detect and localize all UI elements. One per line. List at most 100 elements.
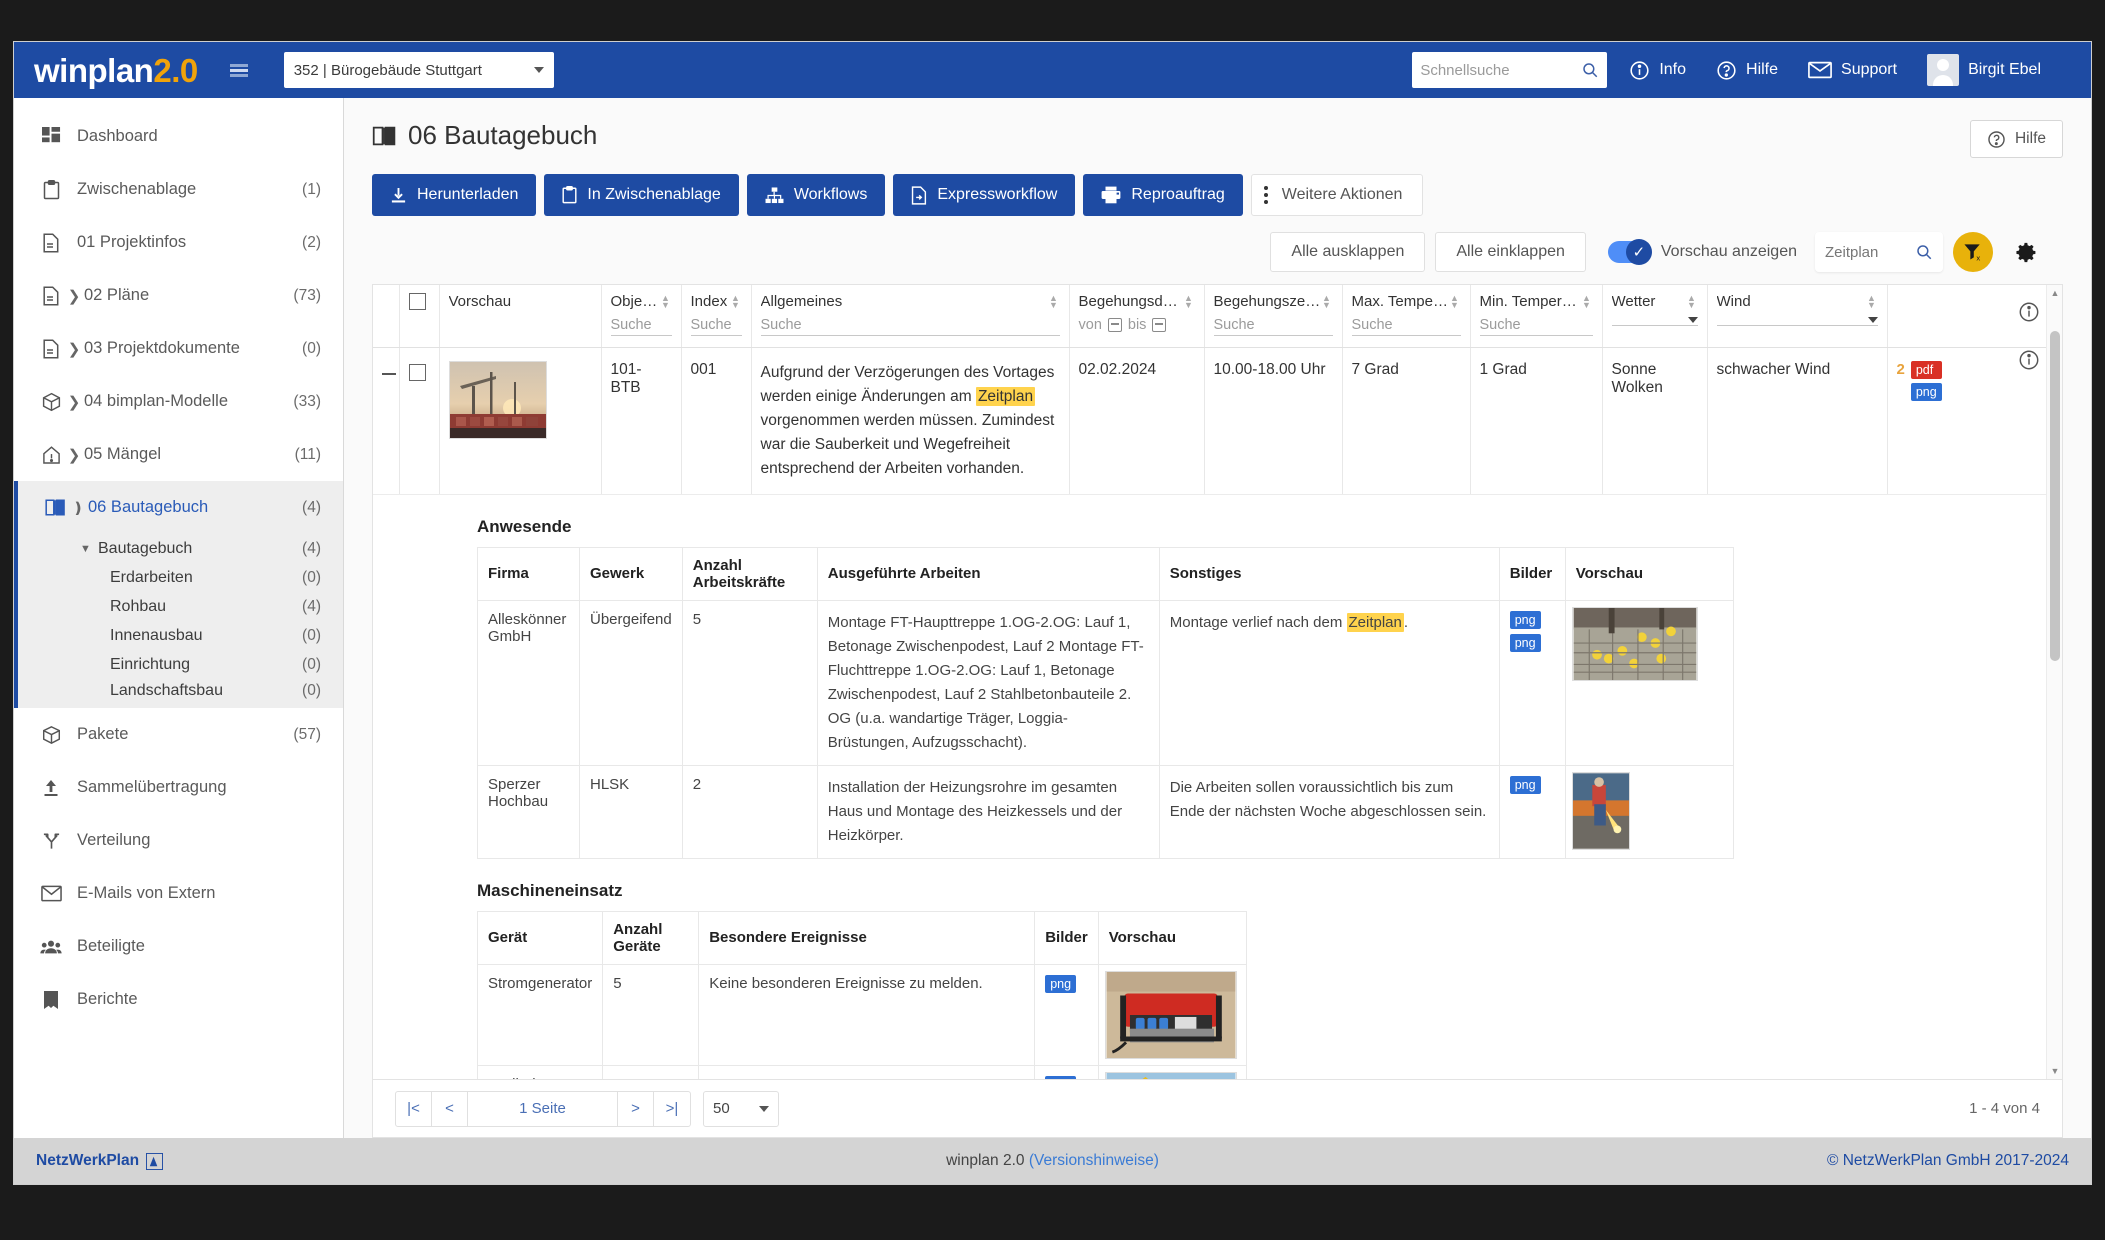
table-row[interactable]: Alleskönner GmbH Übergeifend 5 Montage F… (477, 599, 1734, 766)
clear-filter-button[interactable]: x (1953, 232, 1993, 272)
chevron-right-icon[interactable]: ❯ (64, 340, 84, 358)
reproauftrag-button[interactable]: Reproauftrag (1083, 174, 1243, 216)
calendar-icon[interactable] (1107, 318, 1122, 332)
sort-icon[interactable]: ▲ ▼ (660, 294, 672, 310)
collapse-all-button[interactable]: Alle einklappen (1435, 232, 1586, 272)
sidebar-item-pakete[interactable]: Pakete (57) (14, 708, 343, 761)
sidebar-subitem-landschaftsbau[interactable]: Landschaftsbau (0) (18, 679, 343, 708)
grid-col-allgemeines[interactable]: Allgemeines ▲ ▼ Suche (751, 285, 1070, 348)
support-button[interactable]: Support (1808, 60, 1897, 80)
grid-col-wetter[interactable]: Wetter ▲ ▼ (1602, 285, 1708, 348)
grid-col-objektname[interactable]: Objektname▲▼ Suche (601, 285, 682, 348)
grid-filter-min-temperatur[interactable]: Suche (1479, 317, 1593, 336)
grid-filter-begehungsdatum[interactable]: von bis (1079, 317, 1195, 335)
grid-header-info-icon[interactable] (2018, 301, 2040, 328)
sidebar-item-sammeluebertragung[interactable]: Sammelübertragung (14, 761, 343, 814)
sort-icon[interactable]: ▲ ▼ (1183, 294, 1195, 310)
table-row[interactable]: Radlader 2 Mittags hatte einer der Radla… (476, 1064, 1247, 1079)
image-badge-png[interactable]: png (1045, 1075, 1077, 1079)
grid-filter-wetter[interactable] (1611, 317, 1698, 326)
grid-filter-index[interactable]: Suche (690, 317, 742, 336)
sidebar-item-projektinfos[interactable]: 01 Projektinfos (2) (14, 216, 343, 269)
to-clipboard-button[interactable]: In Zwischenablage (544, 174, 739, 216)
maschinen-vorschau[interactable] (1097, 1064, 1247, 1079)
grid-settings-button[interactable] (2009, 235, 2043, 269)
sidebar-item-emails-von-extern[interactable]: E-Mails von Extern (14, 867, 343, 920)
anwesende-vorschau[interactable] (1564, 764, 1734, 859)
sort-icon[interactable]: ▲ ▼ (1048, 294, 1060, 310)
page-size-select[interactable]: 50 (703, 1090, 779, 1127)
sidebar-subitem-rohbau[interactable]: Rohbau (4) (18, 592, 343, 621)
project-select[interactable]: 352 | Bürogebäude Stuttgart (283, 52, 554, 88)
attachment-badge-pdf[interactable]: pdf (1910, 360, 1942, 379)
row-preview-cell[interactable] (439, 347, 602, 495)
footer-brand[interactable]: NetzWerkPlan (36, 1152, 164, 1170)
last-page-button[interactable]: >| (654, 1092, 690, 1126)
sidebar-subitem-erdarbeiten[interactable]: Erdarbeiten (0) (18, 563, 343, 592)
sidebar-item-projektdokumente[interactable]: ❯ 03 Projektdokumente (0) (14, 322, 343, 375)
image-badge-png[interactable]: png (1509, 610, 1541, 629)
grid-filter-objektname[interactable]: Suche (610, 317, 672, 336)
table-row[interactable]: Sperzer Hochbau HLSK 2 Installation der … (477, 764, 1734, 859)
sidebar-item-zwischenablage[interactable]: Zwischenablage (1) (14, 163, 343, 216)
sort-icon[interactable]: ▲ ▼ (1686, 294, 1698, 310)
scrollbar-thumb[interactable] (2050, 331, 2060, 661)
app-logo[interactable]: winplan2.0 (34, 54, 198, 87)
grid-filter-allgemeines[interactable]: Suche (760, 317, 1060, 336)
grid-col-max-temperatur[interactable]: Max. Temperatur▲▼ Suche (1342, 285, 1471, 348)
first-page-button[interactable]: |< (396, 1091, 432, 1126)
grid-filter-wind[interactable] (1716, 317, 1878, 326)
row-collapse-toggle[interactable] (373, 347, 400, 495)
sidebar-item-06-bautagebuch[interactable]: ❫ 06 Bautagebuch (4) (18, 481, 343, 534)
user-menu[interactable]: Birgit Ebel (1927, 54, 2041, 86)
sidebar-subitem-innenausbau[interactable]: Innenausbau (0) (18, 621, 343, 650)
sort-icon[interactable]: ▲ ▼ (1581, 294, 1593, 310)
sidebar-item-verteilung[interactable]: Verteilung (14, 814, 343, 867)
release-notes-link[interactable]: (Versionshinweise) (1029, 1152, 1159, 1169)
image-badge-png[interactable]: png (1509, 775, 1541, 794)
row-checkbox-cell[interactable] (399, 347, 440, 495)
sort-icon[interactable]: ▲ ▼ (1321, 294, 1333, 310)
quick-search-input[interactable]: Schnellsuche (1412, 52, 1608, 88)
sidebar-subitem-einrichtung[interactable]: Einrichtung (0) (18, 650, 343, 679)
grid-row-info-icon[interactable] (2018, 349, 2040, 376)
grid-search-input[interactable]: Zeitplan (1815, 232, 1943, 272)
calendar-icon[interactable] (1152, 318, 1167, 332)
info-button[interactable]: Info (1629, 60, 1686, 81)
sidebar-item-dashboard[interactable]: Dashboard (14, 110, 343, 163)
maschinen-bilder[interactable]: png (1034, 963, 1099, 1066)
preview-toggle[interactable]: ✓ (1607, 239, 1652, 265)
scroll-down-arrow[interactable]: ▼ (2047, 1063, 2062, 1079)
grid-select-all-col[interactable] (399, 285, 440, 348)
grid-col-index[interactable]: Index ▲ ▼ Suche (681, 285, 752, 348)
workflows-button[interactable]: Workflows (746, 174, 886, 216)
grid-filter-max-temperatur[interactable]: Suche (1351, 317, 1461, 336)
more-actions-button[interactable]: Weitere Aktionen (1250, 174, 1424, 216)
sidebar-item-plaene[interactable]: ❯ 02 Pläne (73) (14, 269, 343, 322)
chevron-right-icon[interactable]: ❯ (64, 393, 84, 411)
sidebar-item-maengel[interactable]: ❯ 05 Mängel (11) (14, 428, 343, 481)
sidebar-subitem-bautagebuch[interactable]: ▼ Bautagebuch (4) (18, 534, 343, 563)
scroll-up-arrow[interactable]: ▲ (2047, 285, 2062, 301)
select-all-checkbox[interactable] (408, 293, 426, 310)
table-row[interactable]: Stromgenerator 5 Keine besonderen Ereign… (476, 963, 1247, 1066)
maschinen-bilder[interactable]: png (1034, 1064, 1099, 1079)
grid-filter-begehungszeitraum[interactable]: Suche (1213, 317, 1333, 336)
chevron-right-icon[interactable]: ❯ (64, 446, 84, 464)
grid-col-min-temperatur[interactable]: Min. Temperatur ▲ ▼ Suche (1470, 285, 1603, 348)
anwesende-bilder[interactable]: png (1498, 764, 1566, 859)
preview-thumbnail[interactable] (448, 360, 547, 439)
sort-icon[interactable]: ▲ ▼ (730, 294, 742, 310)
sidebar-item-beteiligte[interactable]: Beteiligte (14, 920, 343, 973)
attachment-badge-png[interactable]: png (1910, 382, 1942, 401)
grid-vertical-scrollbar[interactable]: ▲ ▼ (2046, 285, 2062, 1079)
chevron-right-icon[interactable]: ❯ (64, 287, 84, 305)
download-button[interactable]: Herunterladen (372, 174, 537, 216)
sidebar-item-bimplan-modelle[interactable]: ❯ 04 bimplan-Modelle (33) (14, 375, 343, 428)
expand-all-button[interactable]: Alle ausklappen (1270, 232, 1426, 272)
sidebar-item-berichte[interactable]: Berichte (14, 973, 343, 1026)
chevron-down-icon[interactable]: ❫ (68, 499, 88, 517)
image-badge-png[interactable]: png (1045, 974, 1077, 993)
grid-col-begehungsdatum[interactable]: Begehungsdatu...▲▼ von bis (1069, 285, 1205, 348)
sort-icon[interactable]: ▲ ▼ (1449, 294, 1461, 310)
